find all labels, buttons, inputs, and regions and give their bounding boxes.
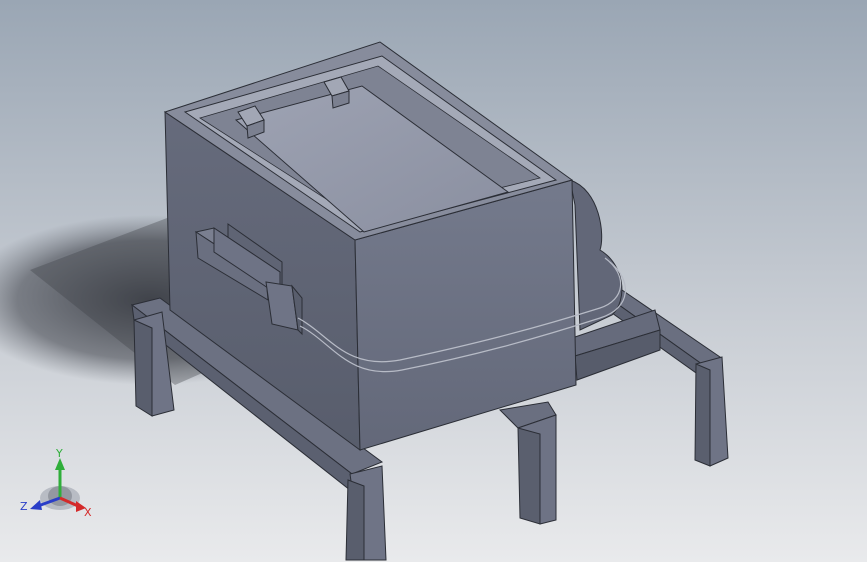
z-axis-label: Z <box>20 500 28 513</box>
y-axis-label: Y <box>55 447 63 460</box>
frame-rear-leg <box>498 401 557 525</box>
orientation-triad[interactable]: Y Z X <box>18 446 98 526</box>
x-axis-label: X <box>84 506 92 519</box>
cad-model-view[interactable] <box>0 0 867 562</box>
graphics-viewport[interactable]: Y Z X <box>0 0 867 562</box>
side-bulge <box>569 179 623 331</box>
